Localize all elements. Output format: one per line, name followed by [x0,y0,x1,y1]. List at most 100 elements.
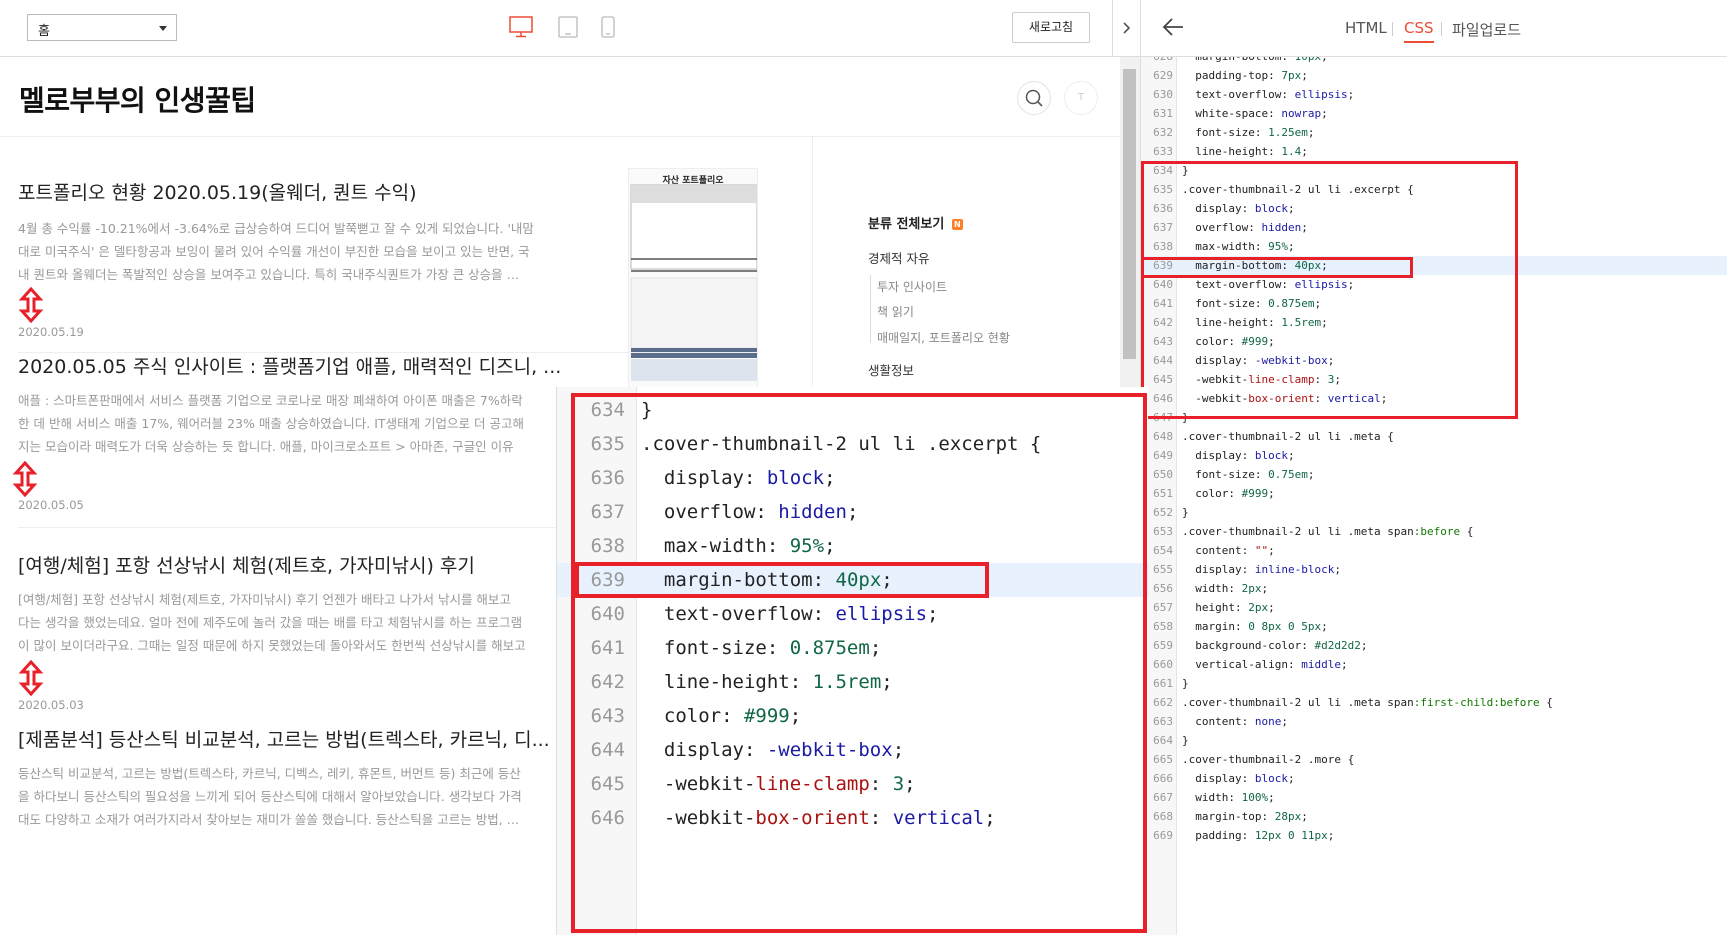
preview-scrollbar[interactable] [1120,57,1140,387]
line-text: width: 100%; [1195,791,1275,804]
code-line[interactable]: 632 font-size: 1.25em; [1141,123,1727,142]
post-date: 2020.05.19 [18,325,84,339]
code-line[interactable]: 654 content: ""; [1141,541,1727,560]
excerpt-line: 내 퀀트와 올웨더는 폭발적인 상승을 보여주고 있습니다. 특히 국내주식퀀트… [18,267,520,282]
code-line[interactable]: 657 height: 2px; [1141,598,1727,617]
code-line[interactable]: 669 padding: 12px 0 11px; [1141,826,1727,845]
spreadsheet-image [630,184,757,381]
menu-select[interactable]: 홈 [27,14,177,41]
post-date: 2020.05.03 [18,698,84,712]
line-number: 633 [1153,145,1173,158]
line-text: margin-bottom: 10px; [1182,57,1327,66]
desktop-view-icon[interactable] [509,16,533,38]
line-text: .cover-thumbnail-2 .more { [1182,753,1355,766]
scrollbar-thumb[interactable] [1123,69,1136,359]
tab-file-upload[interactable]: 파일업로드 [1452,19,1521,40]
post-item[interactable]: 포트폴리오 현황 2020.05.19(올웨더, 퀀트 수익) 4월 총 수익률… [18,178,578,286]
mobile-view-icon[interactable] [601,16,615,38]
post-title[interactable]: [여행/체험] 포항 선상낚시 체험(제트호, 가자미낚시) 후기 [18,551,558,578]
chevron-right-icon [1122,22,1130,34]
code-line[interactable]: 666 display: block; [1141,769,1727,788]
code-line[interactable]: 633 line-height: 1.4; [1141,142,1727,161]
category-item[interactable]: 투자 인사이트 [877,278,947,295]
collapse-panel-button[interactable] [1112,0,1140,57]
line-text: .cover-thumbnail-2 ul li .meta span:befo… [1182,525,1474,538]
code-line[interactable]: 667 width: 100%; [1141,788,1727,807]
post-title[interactable]: 포트폴리오 현황 2020.05.19(올웨더, 퀀트 수익) [18,178,578,205]
line-number: 628 [1141,57,1173,66]
category-item[interactable]: 매매일지, 포트폴리오 현황 [877,329,1010,346]
category-item[interactable]: 책 읽기 [877,303,914,320]
excerpt-line: [여행/체험] 포항 선상낚시 체험(제트호, 가자미낚시) 후기 언젠가 배타… [18,592,511,607]
chevron-down-icon [159,26,167,31]
category-item[interactable]: 경제적 자유 [868,248,929,267]
code-line[interactable]: 653 .cover-thumbnail-2 ul li .meta span:b… [1141,522,1727,541]
post-title[interactable]: 2020.05.05 주식 인사이트 : 플랫폼기업 애플, 매력적인 디즈니,… [18,352,568,379]
code-line[interactable]: 668 margin-top: 28px; [1141,807,1727,826]
blog-sidebar: 분류 전체보기 N 경제적 자유 투자 인사이트 책 읽기 매매일지, 포트폴리… [812,137,1112,417]
up-down-arrow-annotation-icon [18,660,44,696]
post-item[interactable]: 2020.05.05 주식 인사이트 : 플랫폼기업 애플, 매력적인 디즈니,… [18,352,568,458]
code-line[interactable]: 651 color: #999; [1141,484,1727,503]
excerpt-line: 대도 다양하고 소재가 여러가지라서 찾아보는 재미가 쏠쏠 했습니다. 등산스… [18,812,520,827]
code-line[interactable]: 648 .cover-thumbnail-2 ul li .meta { [1141,427,1727,446]
tab-html[interactable]: HTML [1345,19,1387,37]
line-text: margin: 0 8px 0 5px; [1195,620,1328,633]
code-line[interactable]: 660 vertical-align: middle; [1141,655,1727,674]
post-item[interactable]: [제품분석] 등산스틱 비교분석, 고르는 방법(트렉스타, 카르닉, 디...… [18,725,556,831]
line-text: text-overflow: ellipsis; [1195,88,1355,101]
code-line[interactable]: 662 .cover-thumbnail-2 ul li .meta span:f… [1141,693,1727,712]
profile-button[interactable]: T [1064,81,1098,115]
category-all-link[interactable]: 분류 전체보기 N [868,213,963,232]
code-line[interactable]: 631 white-space: nowrap; [1141,104,1727,123]
line-text: } [1182,734,1189,747]
tablet-view-icon[interactable] [558,16,578,38]
post-title[interactable]: [제품분석] 등산스틱 비교분석, 고르는 방법(트렉스타, 카르닉, 디... [18,725,556,752]
refresh-button[interactable]: 새로고침 [1012,12,1090,43]
code-line[interactable]: 658 margin: 0 8px 0 5px; [1141,617,1727,636]
code-line[interactable]: 656 width: 2px; [1141,579,1727,598]
blog-title[interactable]: 멜로부부의 인생꿀팁 [19,79,256,119]
menu-select-value: 홈 [38,24,50,39]
line-number: 631 [1153,107,1173,120]
annotation-box [1141,161,1518,419]
line-text: line-height: 1.4; [1195,145,1308,158]
search-button[interactable] [1017,81,1051,115]
code-line[interactable]: 659 background-color: #d2d2d2; [1141,636,1727,655]
code-line[interactable]: 664} [1141,731,1727,750]
line-text: display: block; [1195,772,1295,785]
line-text: font-size: 0.75em; [1195,468,1315,481]
back-arrow-icon[interactable] [1162,17,1184,37]
code-line[interactable]: 630 text-overflow: ellipsis; [1141,85,1727,104]
code-line[interactable]: 628 margin-bottom: 10px; [1141,57,1727,66]
excerpt-line: 지는 모습이라 매력도가 더욱 상승하는 듯 합니다. 애플, 마이크로소프트 … [18,439,514,454]
preview-toolbar: 홈 새로고침 [0,0,1112,57]
code-line[interactable]: 649 display: block; [1141,446,1727,465]
excerpt-line: 이 많이 보이더라구요. 그때는 일정 때문에 하지 못했었는데 돌아와서도 한… [18,638,526,653]
line-text: display: inline-block; [1195,563,1341,576]
search-icon [1025,89,1043,107]
line-number: 630 [1153,88,1173,101]
up-down-arrow-annotation-icon [12,461,38,497]
post-date: 2020.05.05 [18,498,84,512]
post-item[interactable]: [여행/체험] 포항 선상낚시 체험(제트호, 가자미낚시) 후기 [여행/체험… [18,551,558,657]
code-editor-pane: HTML CSS 파일업로드 628 margin-bottom: 10px;6… [1140,0,1727,935]
code-line[interactable]: 652} [1141,503,1727,522]
line-text: padding-top: 7px; [1195,69,1308,82]
tab-separator [1441,22,1442,36]
excerpt-line: 4월 총 수익률 -10.21%에서 -3.64%로 급상승하여 드디어 발쭉뻗… [18,221,534,236]
code-line[interactable]: 655 display: inline-block; [1141,560,1727,579]
code-line[interactable]: 650 font-size: 0.75em; [1141,465,1727,484]
tab-css[interactable]: CSS [1404,19,1434,43]
code-line[interactable]: 629 padding-top: 7px; [1141,66,1727,85]
post-excerpt: 4월 총 수익률 -10.21%에서 -3.64%로 급상승하여 드디어 발쭉뻗… [18,217,578,286]
code-line[interactable]: 661} [1141,674,1727,693]
category-item[interactable]: 생활정보 [868,360,914,379]
line-text: content: ""; [1195,544,1275,557]
divider [18,527,558,528]
code-line[interactable]: 665 .cover-thumbnail-2 .more { [1141,750,1727,769]
post-thumbnail[interactable]: 자산 포트폴리오 [628,168,758,388]
code-line[interactable]: 663 content: none; [1141,712,1727,731]
up-down-arrow-annotation-icon [18,287,44,323]
line-text: color: #999; [1195,487,1275,500]
